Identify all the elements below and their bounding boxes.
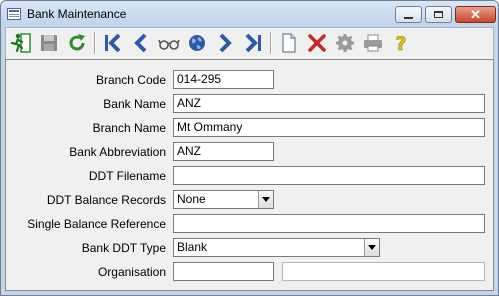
previous-record-button[interactable]: [129, 31, 153, 55]
help-question-icon: ?: [395, 33, 407, 54]
organisation-field[interactable]: [173, 262, 274, 281]
organisation-label: Organisation: [97, 265, 166, 279]
first-record-button[interactable]: [101, 31, 125, 55]
refresh-button[interactable]: [65, 31, 89, 55]
exit-button[interactable]: [9, 31, 33, 55]
exit-door-icon: [10, 33, 31, 53]
ddt-filename-field[interactable]: [173, 166, 485, 185]
window-app-icon: [7, 8, 21, 20]
ddt-balance-records-value: None: [177, 192, 206, 206]
previous-record-icon: [134, 33, 147, 53]
next-record-button[interactable]: [213, 31, 237, 55]
bank-abbreviation-label: Bank Abbreviation: [69, 145, 166, 159]
branch-code-field[interactable]: 014-295: [173, 70, 274, 89]
ddt-filename-label: DDT Filename: [88, 169, 166, 183]
last-record-button[interactable]: [241, 31, 265, 55]
bank-ddt-type-select[interactable]: Blank: [173, 238, 380, 257]
maximize-button[interactable]: [425, 6, 452, 23]
last-record-icon: [245, 33, 261, 53]
print-button[interactable]: [361, 31, 385, 55]
view-button[interactable]: [157, 31, 181, 55]
web-button[interactable]: [185, 31, 209, 55]
single-balance-reference-field[interactable]: [173, 214, 485, 233]
branch-name-field[interactable]: Mt Ommany: [173, 118, 485, 137]
bank-ddt-type-value: Blank: [177, 240, 208, 254]
ddt-balance-records-label: DDT Balance Records: [46, 193, 166, 207]
bank-name-label: Bank Name: [103, 97, 166, 111]
close-icon: ✕: [470, 7, 481, 22]
minimize-button[interactable]: [395, 6, 422, 23]
save-disk-icon: [41, 35, 57, 51]
window-title: Bank Maintenance: [27, 7, 127, 21]
bank-ddt-type-label: Bank DDT Type: [81, 241, 166, 255]
new-document-icon: [282, 33, 296, 53]
bank-maintenance-window: Bank Maintenance ✕ ? Branch Code 014-295…: [0, 0, 499, 296]
toolbar-separator: [270, 32, 271, 54]
delete-x-icon: [308, 34, 326, 52]
gear-icon: [336, 34, 354, 52]
first-record-icon: [105, 33, 121, 53]
glasses-icon: [158, 39, 180, 50]
bank-abbreviation-field[interactable]: ANZ: [173, 142, 274, 161]
title-bar[interactable]: Bank Maintenance ✕: [1, 1, 498, 27]
printer-icon: [364, 34, 382, 52]
globe-icon: [189, 35, 205, 51]
toolbar: ?: [5, 27, 494, 59]
organisation-description-field: [282, 262, 485, 281]
delete-record-button[interactable]: [305, 31, 329, 55]
single-balance-reference-label: Single Balance Reference: [27, 217, 166, 231]
minimize-icon: [404, 17, 413, 19]
maximize-icon: [434, 11, 443, 18]
svg-text:?: ?: [395, 33, 406, 54]
next-record-icon: [219, 33, 232, 53]
settings-button[interactable]: [333, 31, 357, 55]
bank-name-field[interactable]: ANZ: [173, 94, 485, 113]
ddt-balance-records-select[interactable]: None: [173, 190, 274, 209]
save-button[interactable]: [37, 31, 61, 55]
branch-code-label: Branch Code: [95, 73, 166, 87]
help-button[interactable]: ?: [389, 31, 413, 55]
form-panel: Branch Code 014-295 Bank Name ANZ Branch…: [5, 59, 494, 291]
branch-name-label: Branch Name: [92, 121, 166, 135]
close-button[interactable]: ✕: [455, 6, 496, 23]
chevron-down-icon[interactable]: [258, 191, 273, 208]
chevron-down-icon[interactable]: [364, 239, 379, 256]
new-record-button[interactable]: [277, 31, 301, 55]
toolbar-separator: [94, 32, 95, 54]
refresh-icon: [69, 34, 85, 51]
